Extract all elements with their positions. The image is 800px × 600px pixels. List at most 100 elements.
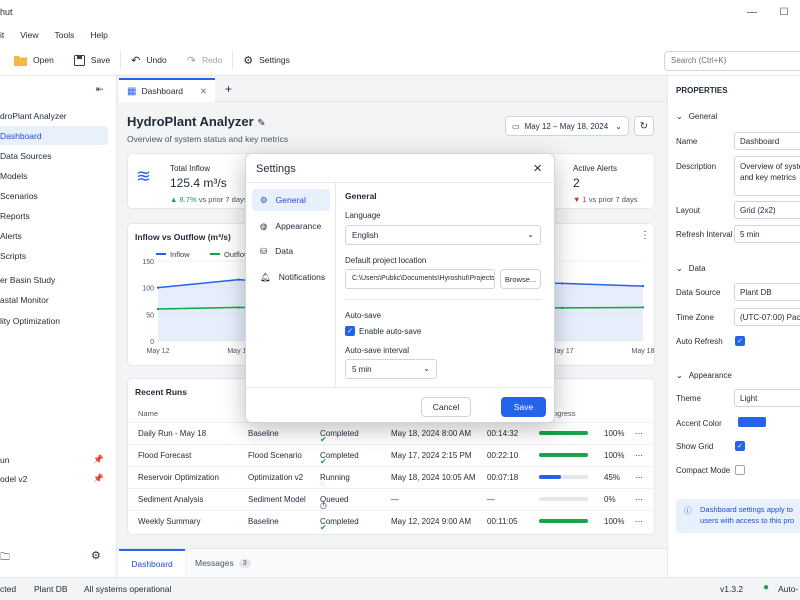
sidebar-item-alerts[interactable]: Alerts	[0, 226, 108, 245]
pin-icon[interactable]: 📌	[93, 473, 104, 484]
pin-icon[interactable]: 📌	[93, 454, 104, 465]
run-duration: 00:07:18	[487, 473, 519, 482]
layout-select[interactable]: Grid (2x2)	[734, 201, 800, 219]
settings-dialog: Settings ✕ ⚙ General ◍ Appearance ⛁ Data 🔔︎…	[245, 153, 556, 423]
row-more-icon[interactable]: ⋯	[635, 473, 643, 482]
row-more-icon[interactable]: ⋯	[635, 429, 643, 438]
table-row[interactable]: Weekly Summary Baseline May 12, 2024 9:00 …	[128, 510, 658, 532]
sidebar-item-scripts[interactable]: Scripts	[0, 246, 108, 265]
auto-refresh-checkbox[interactable]: ✓	[735, 336, 745, 346]
status-badge: ✔ Completed	[320, 517, 359, 532]
settings-button[interactable]: ⚙ Settings	[233, 49, 300, 71]
refresh-button[interactable]: ↻	[634, 116, 654, 136]
status-icon: ✔	[320, 457, 327, 466]
collapse-icon[interactable]: ⇤	[96, 84, 104, 95]
table-row[interactable]: Sediment Analysis Sediment Model — — 0% ◷ Queu…	[128, 488, 658, 510]
redo-button[interactable]: ↷ Redo	[177, 49, 233, 71]
page-subtitle: Overview of system status and key metric…	[127, 134, 289, 144]
refresh-interval-select[interactable]: 5 min	[734, 225, 800, 243]
status-badge: ✔ Completed	[320, 451, 359, 466]
dialog-title: Settings	[256, 163, 296, 175]
section-data[interactable]: ⌄ Data	[676, 264, 706, 273]
y-tick-label: 50	[146, 312, 154, 319]
run-progress-label: 100%	[604, 517, 625, 526]
close-icon[interactable]: ✕	[200, 86, 207, 97]
table-row[interactable]: Reservoir Optimization Optimization v2 May…	[128, 466, 658, 488]
data-point	[641, 284, 645, 288]
compact-mode-checkbox[interactable]	[735, 465, 745, 475]
autosave-interval-select[interactable]: 5 min ⌄	[345, 359, 437, 379]
maximize-icon[interactable]: ☐	[768, 0, 800, 25]
menu-tools[interactable]: Tools	[47, 30, 83, 40]
close-icon[interactable]: ✕	[533, 162, 542, 175]
progress-bar	[539, 519, 588, 523]
tab-dashboard[interactable]: ▦ Dashboard ✕	[119, 78, 215, 102]
sidebar-item-reports[interactable]: Reports	[0, 206, 108, 225]
run-started: May 18, 2024 10:05 AM	[391, 473, 476, 482]
browse-button[interactable]: Browse...	[500, 269, 541, 289]
save-button[interactable]: Save	[501, 397, 546, 417]
open-button[interactable]: Open	[0, 49, 64, 71]
table-row[interactable]: Daily Run - May 18 Baseline May 18, 2024 8…	[128, 422, 658, 444]
menu-help[interactable]: Help	[82, 30, 115, 40]
edit-icon[interactable]: ✎	[257, 118, 265, 129]
theme-select[interactable]: Light	[734, 389, 800, 407]
gear-icon[interactable]: ⚙	[91, 549, 101, 562]
recent-runs-title: Recent Runs	[135, 387, 187, 397]
pinned-item-run[interactable]: un 📌	[0, 450, 108, 469]
sidebar-item-quality-optimization[interactable]: lity Optimization	[0, 311, 108, 330]
gear-icon: ⚙	[260, 194, 268, 205]
minimize-icon[interactable]: —	[736, 0, 768, 25]
accent-color-swatch[interactable]	[738, 417, 766, 427]
sidebar-item-dashboard[interactable]: Dashboard	[0, 126, 108, 145]
show-grid-checkbox[interactable]: ✓	[735, 441, 745, 451]
menu-edit[interactable]: it	[0, 30, 12, 40]
language-select[interactable]: English ⌄	[345, 225, 541, 245]
enable-autosave-checkbox[interactable]: ✓	[345, 326, 355, 336]
run-scenario: Baseline	[248, 517, 279, 526]
legend-entry: Inflow	[170, 250, 190, 259]
table-row[interactable]: Flood Forecast Flood Scenario May 17, 2024…	[128, 444, 658, 466]
sidebar-item-project[interactable]: droPlant Analyzer	[0, 106, 108, 125]
folder-outline-icon[interactable]: 🗀	[0, 550, 10, 567]
bottom-tab-bar: Dashboard Messages 3	[117, 548, 667, 577]
settings-nav-appearance[interactable]: ◍ Appearance	[252, 215, 330, 237]
settings-nav-notifications[interactable]: 🔔︎ Notifications	[252, 266, 330, 288]
run-duration: 00:11:05	[487, 517, 518, 526]
sidebar-item-data-sources[interactable]: Data Sources	[0, 146, 108, 165]
add-tab-icon[interactable]: +	[225, 82, 232, 96]
section-general[interactable]: ⌄ General	[676, 112, 717, 121]
settings-nav-data[interactable]: ⛁ Data	[252, 240, 330, 262]
more-icon[interactable]: ⋮	[640, 230, 650, 241]
col-name: Name	[138, 409, 159, 418]
run-started: May 12, 2024 9:00 AM	[391, 517, 472, 526]
run-duration: —	[487, 495, 495, 504]
date-range-picker[interactable]: ▭ May 12 – May 18, 2024 ⌄	[505, 116, 629, 136]
sidebar-item-scenarios[interactable]: Scenarios	[0, 186, 108, 205]
description-field[interactable]: Overview of syste and key metrics	[734, 156, 800, 196]
sidebar-item-coastal-monitor[interactable]: astal Monitor	[0, 290, 108, 309]
search-input[interactable]: Search (Ctrl+K)	[664, 51, 800, 71]
version-label: v1.3.2	[720, 584, 744, 594]
pinned-item-model[interactable]: odel v2 📌	[0, 469, 108, 488]
undo-button[interactable]: ↶ Undo	[121, 49, 177, 71]
settings-nav-general[interactable]: ⚙ General	[252, 189, 330, 211]
data-source-select[interactable]: Plant DB	[734, 283, 800, 301]
cancel-button[interactable]: Cancel	[421, 397, 471, 417]
time-zone-select[interactable]: (UTC-07:00) Pacifi	[734, 308, 800, 326]
sidebar-item-models[interactable]: Models	[0, 166, 108, 185]
row-more-icon[interactable]: ⋯	[635, 451, 643, 460]
run-progress-label: 100%	[604, 451, 625, 460]
menu-view[interactable]: View	[12, 30, 46, 40]
project-location-input[interactable]: C:\Users\Public\Documents\Hyroshut\Proje…	[345, 269, 495, 289]
bottom-tab-messages[interactable]: Messages 3	[195, 549, 251, 577]
chevron-down-icon: ⌄	[527, 230, 534, 239]
row-more-icon[interactable]: ⋯	[635, 495, 643, 504]
name-field[interactable]: Dashboard	[734, 132, 800, 150]
section-appearance[interactable]: ⌄ Appearance	[676, 371, 732, 380]
save-button[interactable]: Save	[64, 49, 120, 71]
row-more-icon[interactable]: ⋯	[635, 517, 643, 526]
bottom-tab-dashboard[interactable]: Dashboard	[119, 549, 185, 577]
sidebar-item-basin-study[interactable]: er Basin Study	[0, 270, 108, 289]
data-point	[237, 306, 241, 309]
